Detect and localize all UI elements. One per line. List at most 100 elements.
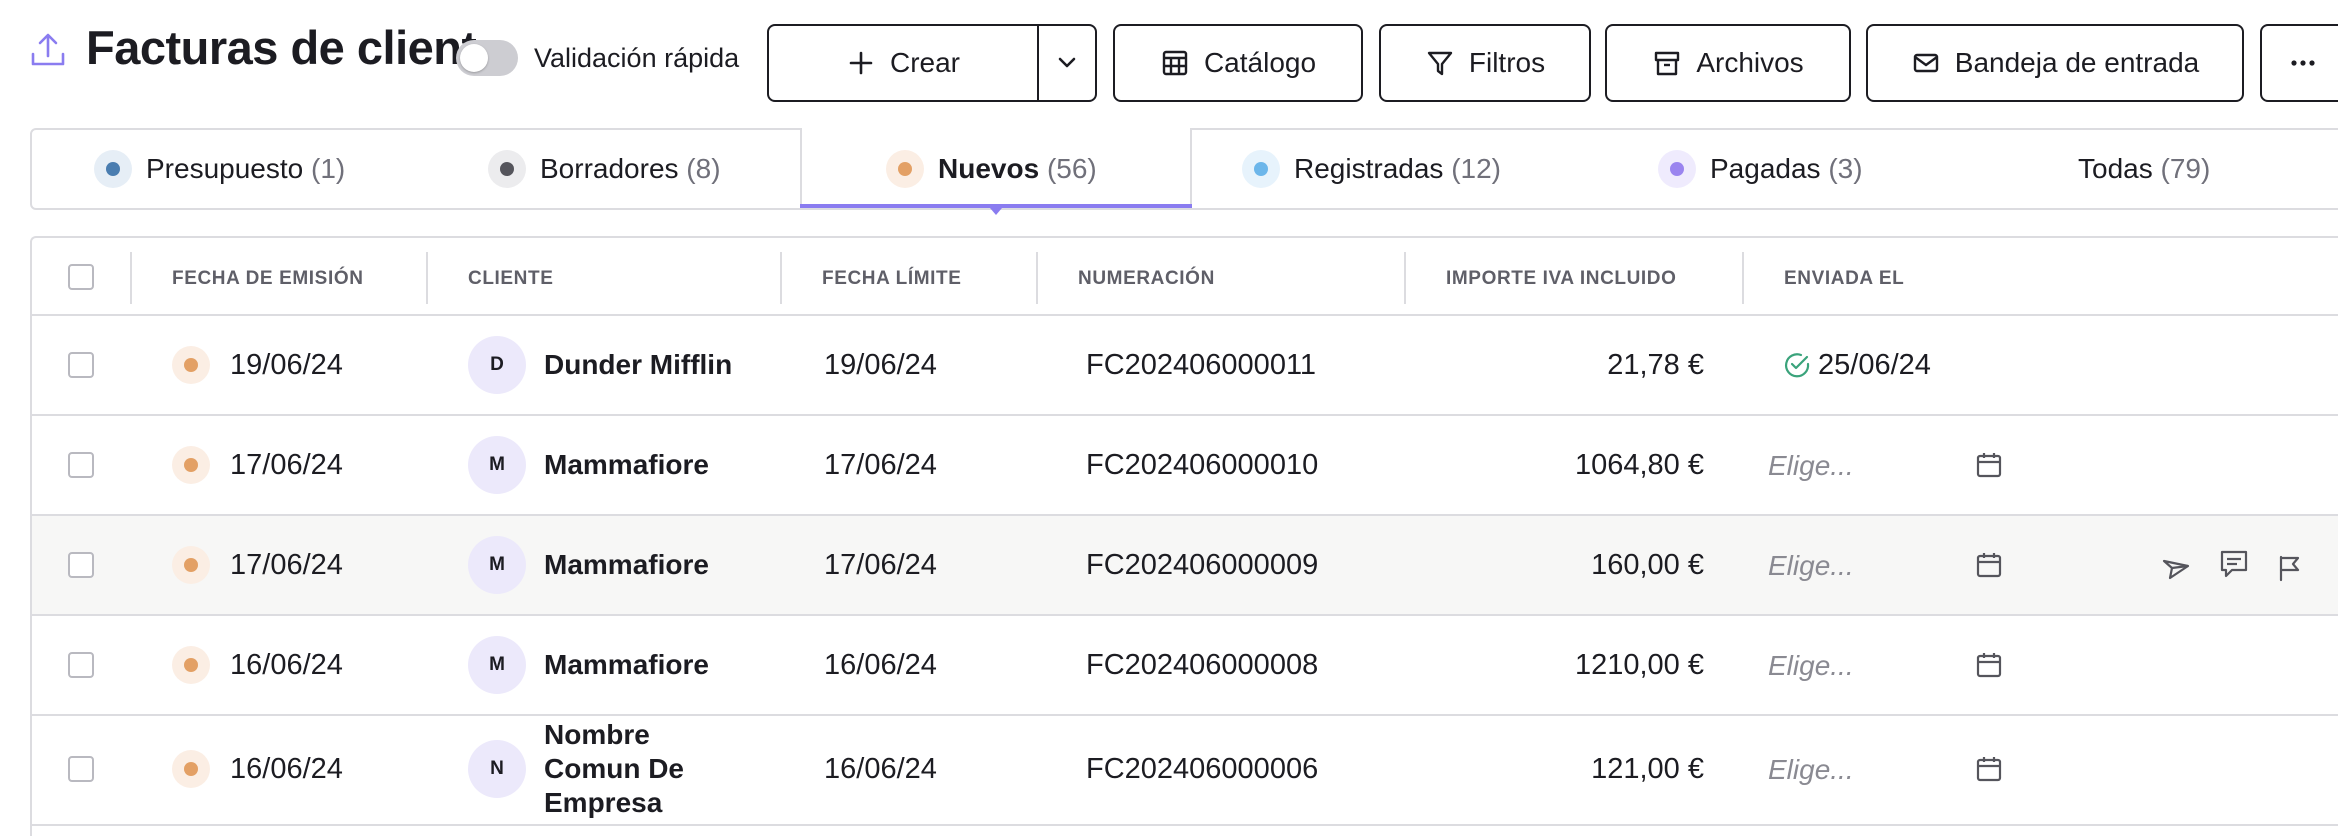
upload-icon[interactable] bbox=[28, 30, 68, 70]
quick-validation-toggle[interactable] bbox=[456, 40, 518, 76]
client-name-line: Comun De bbox=[544, 753, 684, 784]
create-dropdown-button[interactable] bbox=[1039, 26, 1095, 100]
status-dot bbox=[94, 150, 132, 188]
create-button[interactable]: Crear bbox=[769, 26, 1039, 100]
amount: 1064,80 € bbox=[1574, 449, 1704, 481]
quick-validation-label: Validación rápida bbox=[534, 43, 740, 73]
client-name[interactable]: Mammafiore bbox=[544, 649, 709, 681]
tab-count: (12) bbox=[1451, 153, 1501, 184]
row-checkbox[interactable] bbox=[68, 452, 94, 478]
plus-icon bbox=[846, 48, 876, 78]
table-header: FECHA DE EMISIÓN CLIENTE FECHA LÍMITE NU… bbox=[32, 238, 2338, 316]
status-dot bbox=[1658, 150, 1696, 188]
invoice-number: FC202406000011 bbox=[1086, 349, 1317, 381]
client-name[interactable]: Dunder Mifflin bbox=[544, 349, 732, 381]
client-name[interactable]: Mammafiore bbox=[544, 549, 709, 581]
client-name-line: Empresa bbox=[544, 787, 663, 818]
column-header-client[interactable]: CLIENTE bbox=[468, 268, 553, 290]
table-row[interactable]: 16/06/24 N Nombre Comun De Empresa 16/06… bbox=[32, 716, 2338, 826]
tab-label: Pagadas bbox=[1710, 153, 1821, 184]
tab-label: Presupuesto bbox=[146, 153, 304, 184]
row-checkbox[interactable] bbox=[68, 756, 94, 782]
amount: 160,00 € bbox=[1591, 549, 1704, 581]
avatar: M bbox=[468, 436, 526, 494]
issue-date: 17/06/24 bbox=[230, 449, 343, 481]
tab-count: (56) bbox=[1046, 153, 1097, 184]
tab-todas[interactable]: Todas (79) bbox=[2078, 130, 2210, 208]
tab-nuevos[interactable]: Nuevos (56) bbox=[886, 130, 1097, 208]
sent-date-input[interactable]: Elige... bbox=[1768, 550, 1854, 582]
check-circle-icon bbox=[1782, 350, 1812, 380]
archive-icon bbox=[1652, 48, 1682, 78]
tab-registradas[interactable]: Registradas (12) bbox=[1242, 130, 1501, 208]
tab-count: (79) bbox=[2160, 153, 2211, 184]
table-row[interactable]: 16/06/24 M Mammafiore 16/06/24 FC2024060… bbox=[32, 616, 2338, 716]
page-title: Facturas de cliente bbox=[86, 21, 476, 74]
more-icon bbox=[2288, 48, 2318, 78]
inbox-button-label: Bandeja de entrada bbox=[1954, 47, 2200, 78]
mail-icon bbox=[1911, 48, 1941, 78]
invoice-number: FC202406000010 bbox=[1086, 449, 1319, 481]
tab-count: (8) bbox=[686, 153, 721, 184]
sent-date-input[interactable]: Elige... bbox=[1768, 450, 1854, 482]
comment-icon[interactable] bbox=[2218, 548, 2250, 580]
invoice-number: FC202406000009 bbox=[1086, 549, 1319, 581]
column-header-issue-date[interactable]: FECHA DE EMISIÓN bbox=[172, 268, 364, 290]
tab-label: Registradas bbox=[1294, 153, 1444, 184]
column-header-amount[interactable]: IMPORTE IVA INCLUIDO bbox=[1446, 268, 1677, 290]
table-row[interactable]: 17/06/24 M Mammafiore 17/06/24 FC2024060… bbox=[32, 416, 2338, 516]
issue-date: 17/06/24 bbox=[230, 549, 343, 581]
avatar: D bbox=[468, 336, 526, 394]
status-tabs: Presupuesto (1) Borradores (8) Nuevos (5… bbox=[30, 128, 2338, 215]
select-all-checkbox[interactable] bbox=[68, 264, 94, 290]
column-header-number[interactable]: NUMERACIÓN bbox=[1078, 268, 1215, 290]
sent-date-input[interactable]: Elige... bbox=[1768, 754, 1854, 786]
row-checkbox[interactable] bbox=[68, 352, 94, 378]
filter-icon bbox=[1425, 48, 1455, 78]
flag-icon[interactable] bbox=[2274, 552, 2306, 584]
tab-count: (3) bbox=[1828, 153, 1863, 184]
client-name[interactable]: Mammafiore bbox=[544, 449, 709, 481]
client-name-line: Nombre bbox=[544, 719, 650, 750]
create-button-group: Crear bbox=[767, 24, 1097, 102]
filters-button-label: Filtros bbox=[1468, 47, 1546, 78]
more-options-button[interactable] bbox=[2260, 24, 2338, 102]
invoice-number: FC202406000006 bbox=[1086, 753, 1319, 785]
tab-presupuesto[interactable]: Presupuesto (1) bbox=[94, 130, 345, 208]
archives-button[interactable]: Archivos bbox=[1605, 24, 1851, 102]
amount: 121,00 € bbox=[1591, 753, 1704, 785]
due-date: 16/06/24 bbox=[824, 649, 937, 681]
sent-date: 25/06/24 bbox=[1818, 349, 1931, 381]
table-row[interactable]: 17/06/24 M Mammafiore 17/06/24 FC2024060… bbox=[32, 516, 2338, 616]
due-date: 16/06/24 bbox=[824, 753, 937, 785]
calendar-icon[interactable] bbox=[1974, 650, 2004, 680]
archives-button-label: Archivos bbox=[1696, 47, 1804, 78]
due-date: 19/06/24 bbox=[824, 349, 937, 381]
row-checkbox[interactable] bbox=[68, 552, 94, 578]
client-name[interactable]: Nombre Comun De Empresa bbox=[544, 718, 684, 820]
filters-button[interactable]: Filtros bbox=[1379, 24, 1591, 102]
status-dot bbox=[172, 750, 210, 788]
column-header-due-date[interactable]: FECHA LÍMITE bbox=[822, 268, 962, 290]
table-row[interactable]: 19/06/24 D Dunder Mifflin 19/06/24 FC202… bbox=[32, 316, 2338, 416]
status-dot bbox=[172, 646, 210, 684]
send-icon[interactable] bbox=[2160, 552, 2192, 584]
column-header-sent-on[interactable]: ENVIADA EL bbox=[1784, 268, 1904, 290]
tab-label: Borradores bbox=[540, 153, 679, 184]
tab-borradores[interactable]: Borradores (8) bbox=[488, 130, 721, 208]
calendar-icon[interactable] bbox=[1974, 450, 2004, 480]
status-dot bbox=[488, 150, 526, 188]
tab-pagadas[interactable]: Pagadas (3) bbox=[1658, 130, 1863, 208]
avatar: M bbox=[468, 536, 526, 594]
catalog-button[interactable]: Catálogo bbox=[1113, 24, 1363, 102]
status-dot bbox=[172, 546, 210, 584]
inbox-button[interactable]: Bandeja de entrada bbox=[1866, 24, 2244, 102]
calendar-icon[interactable] bbox=[1974, 754, 2004, 784]
avatar: M bbox=[468, 636, 526, 694]
sent-date-input[interactable]: Elige... bbox=[1768, 650, 1854, 682]
tab-label: Nuevos bbox=[938, 153, 1040, 184]
calendar-icon[interactable] bbox=[1974, 550, 2004, 580]
issue-date: 16/06/24 bbox=[230, 753, 343, 785]
issue-date: 19/06/24 bbox=[230, 349, 343, 381]
row-checkbox[interactable] bbox=[68, 652, 94, 678]
